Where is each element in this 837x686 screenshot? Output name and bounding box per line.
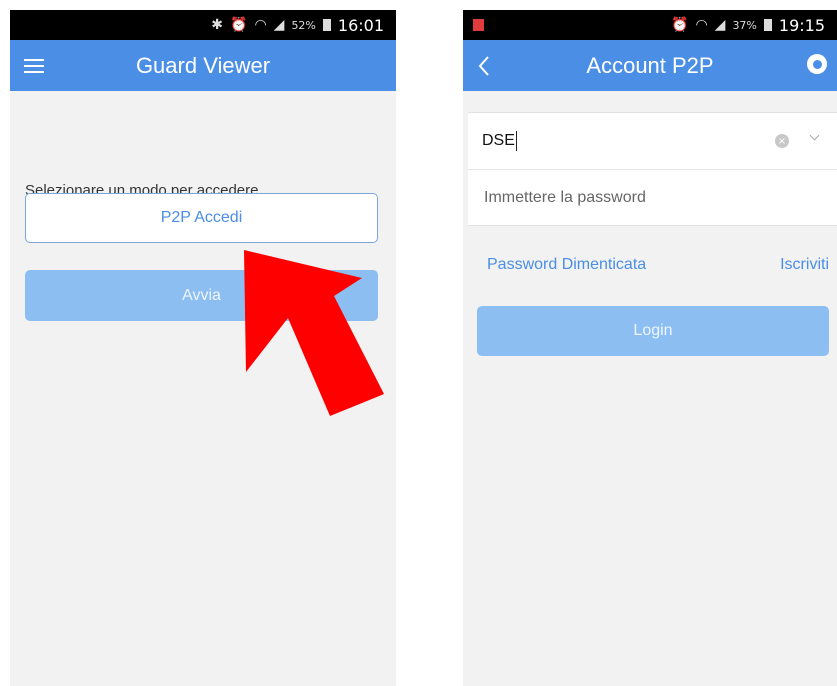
red-arrow-annotation [244, 250, 384, 416]
battery-percent: 37% [732, 18, 757, 32]
register-link[interactable]: Iscriviti [780, 256, 829, 274]
notification-icon [473, 19, 484, 31]
alarm-icon: ⏰ [671, 17, 689, 33]
password-field[interactable] [482, 187, 823, 208]
status-bar: ⏰ ◠ ◢ 37% 19:15 [463, 10, 837, 40]
app-title: Account P2P [586, 52, 714, 78]
clock-time: 19:15 [778, 15, 825, 35]
battery-icon [322, 19, 331, 31]
clock-time: 16:01 [337, 15, 384, 35]
text-cursor [515, 131, 517, 151]
app-title: Guard Viewer [135, 52, 271, 78]
wifi-icon: ◠ [695, 17, 708, 33]
clear-icon[interactable]: × [775, 134, 789, 148]
hamburger-menu-icon[interactable] [24, 40, 44, 91]
right-phone-screen: ⏰ ◠ ◢ 37% 19:15 Account P2P DSE × Passwo… [463, 10, 837, 686]
p2p-login-button-label: P2P Accedi [160, 209, 243, 226]
app-bar: Guard Viewer [10, 40, 396, 91]
username-field[interactable]: DSE × [468, 113, 837, 169]
chevron-down-icon[interactable] [809, 131, 821, 143]
bluetooth-icon: ✱ [211, 17, 223, 33]
login-button[interactable]: Login [477, 306, 829, 356]
alarm-icon: ⏰ [230, 17, 248, 33]
start-button-label: Avvia [182, 286, 221, 304]
status-bar: ✱ ⏰ ◠ ◢ 52% 16:01 [10, 10, 396, 40]
signal-icon: ◢ [273, 17, 285, 33]
battery-percent: 52% [291, 18, 316, 32]
wifi-icon: ◠ [254, 17, 267, 33]
signal-icon: ◢ [714, 17, 726, 33]
app-bar: Account P2P [463, 40, 837, 91]
battery-icon [763, 19, 772, 31]
forgot-password-link[interactable]: Password Dimenticata [487, 256, 646, 274]
login-form: DSE × [468, 112, 837, 226]
username-value: DSE [482, 132, 515, 149]
password-field-row [468, 169, 837, 225]
p2p-login-button[interactable]: P2P Accedi [25, 193, 378, 243]
auth-links: Password Dimenticata Iscriviti [487, 256, 829, 274]
login-button-label: Login [633, 322, 673, 339]
left-phone-screen: ✱ ⏰ ◠ ◢ 52% 16:01 Guard Viewer Seleziona… [10, 10, 396, 686]
back-arrow-icon[interactable] [477, 40, 491, 91]
globe-icon[interactable] [807, 54, 827, 74]
